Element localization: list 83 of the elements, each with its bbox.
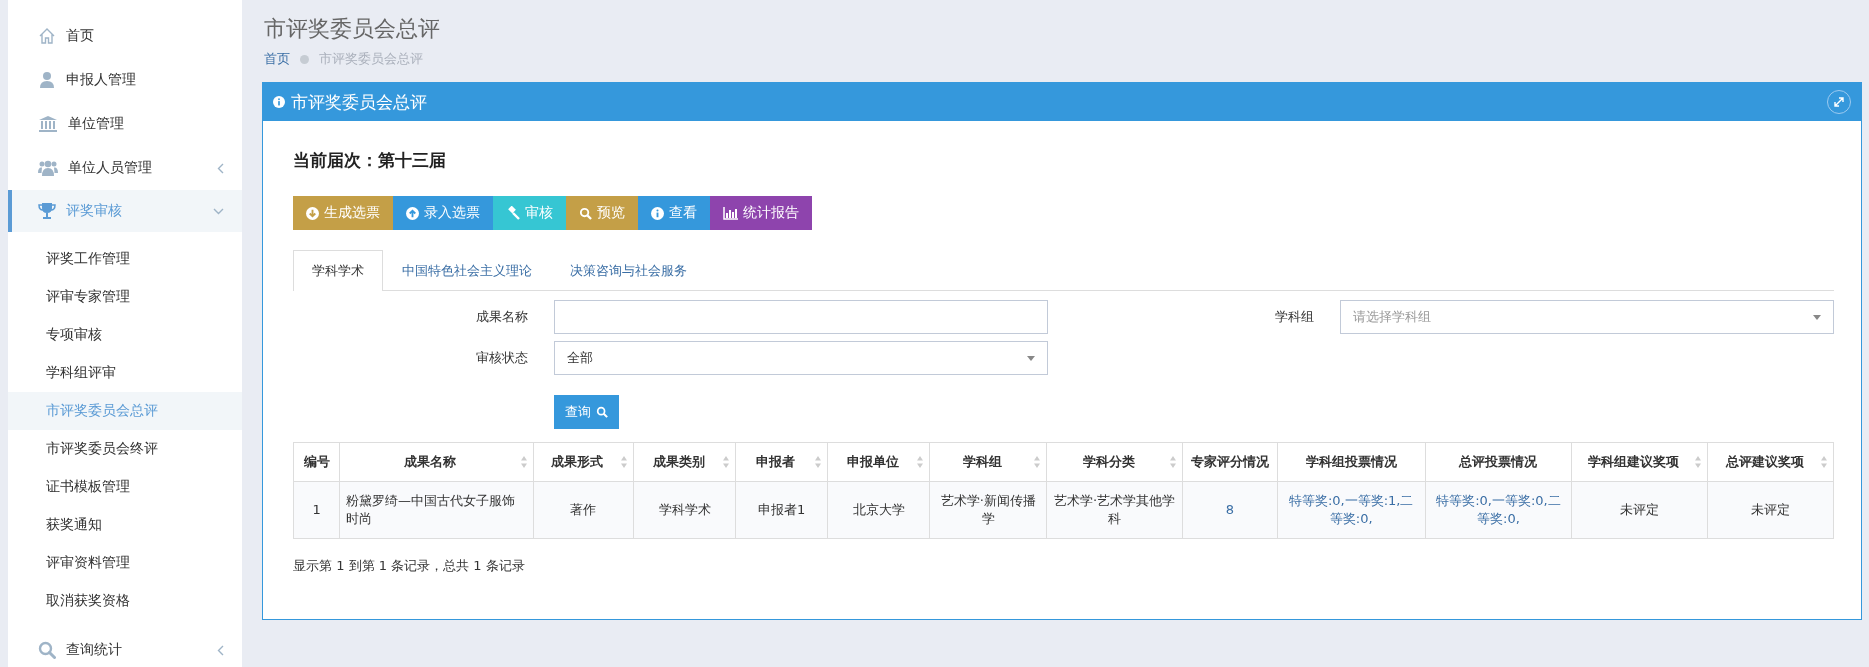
tab[interactable]: 决策咨询与社会服务 xyxy=(551,250,706,290)
sidebar-subitem[interactable]: 学科组评审 xyxy=(8,354,242,392)
bar-chart-icon xyxy=(723,206,738,220)
table-link[interactable]: 8 xyxy=(1182,481,1278,539)
table-cell: 申报者1 xyxy=(735,481,828,539)
upload-icon xyxy=(406,206,419,220)
search-icon xyxy=(38,641,56,659)
select-field[interactable]: 全部 xyxy=(554,341,1048,375)
sort-icon[interactable] xyxy=(1820,455,1828,469)
table-cell: 学科学术 xyxy=(633,481,736,539)
table-link[interactable]: 特等奖:0,一等奖:1,二等奖:0, xyxy=(1277,481,1425,539)
table-cell: 著作 xyxy=(533,481,634,539)
sort-icon[interactable] xyxy=(1033,455,1042,469)
bank-icon xyxy=(38,115,58,133)
sidebar-subitem[interactable]: 取消获奖资格 xyxy=(8,582,242,620)
trophy-icon xyxy=(38,202,56,220)
info-icon xyxy=(651,206,664,220)
column-header[interactable]: 成果形式 xyxy=(533,442,634,482)
table-cell: 未评定 xyxy=(1708,481,1834,539)
search-icon xyxy=(579,206,592,220)
expand-icon xyxy=(1833,96,1845,108)
column-header[interactable]: 成果名称 xyxy=(339,442,534,482)
table-cell: 粉黛罗绮—中国古代女子服饰时尚 xyxy=(339,481,534,539)
page-title: 市评奖委员会总评 xyxy=(264,15,441,43)
panel-title: 市评奖委员会总评 xyxy=(291,90,428,114)
column-header[interactable]: 申报者 xyxy=(735,442,828,482)
breadcrumb-separator xyxy=(300,54,309,64)
info-icon xyxy=(273,96,285,108)
sidebar-item[interactable]: 查询统计 xyxy=(8,628,242,667)
sidebar-subitem[interactable]: 获奖通知 xyxy=(8,506,242,544)
sidebar-item[interactable]: 单位人员管理 xyxy=(8,146,242,190)
input-field[interactable] xyxy=(554,300,1048,334)
sidebar-subitem[interactable]: 评奖工作管理 xyxy=(8,240,242,278)
column-header[interactable]: 总评建议奖项 xyxy=(1708,442,1834,482)
home-icon xyxy=(38,27,56,45)
table-cell: 北京大学 xyxy=(827,481,930,539)
sort-icon[interactable] xyxy=(1168,455,1177,469)
breadcrumb-item: 市评奖委员会总评 xyxy=(319,50,423,68)
user-icon xyxy=(38,71,56,89)
pagination-info: 显示第 1 到第 1 条记录，总共 1 条记录 xyxy=(293,557,526,575)
column-header: 总评投票情况 xyxy=(1425,442,1572,482)
download-icon xyxy=(306,206,319,220)
sidebar-item[interactable]: 申报人管理 xyxy=(8,58,242,102)
sidebar-subitem[interactable]: 市评奖委员会终评 xyxy=(8,430,242,468)
column-header[interactable]: 学科组 xyxy=(929,442,1047,482)
search-icon xyxy=(596,406,608,418)
chevron-left-icon xyxy=(217,644,224,656)
table-link[interactable]: 特等奖:0,一等奖:0,二等奖:0, xyxy=(1425,481,1572,539)
action-button[interactable]: 统计报告 xyxy=(710,196,812,230)
column-header[interactable]: 申报单位 xyxy=(827,442,930,482)
table-cell: 1 xyxy=(293,481,340,539)
column-header: 学科组投票情况 xyxy=(1277,442,1425,482)
sidebar-item[interactable]: 首页 xyxy=(8,14,242,58)
sort-icon[interactable] xyxy=(519,455,528,469)
session-label: 当前届次：第十三届 xyxy=(293,149,447,172)
users-icon xyxy=(38,159,58,177)
table-cell: 艺术学·新闻传播学 xyxy=(929,481,1047,539)
sidebar-subitem[interactable]: 专项审核 xyxy=(8,316,242,354)
chevron-left-icon xyxy=(217,162,224,174)
sidebar-subitem[interactable]: 证书模板管理 xyxy=(8,468,242,506)
chevron-down-icon xyxy=(213,207,224,215)
breadcrumb-item[interactable]: 首页 xyxy=(264,50,290,68)
sidebar-subitem[interactable]: 评审专家管理 xyxy=(8,278,242,316)
sort-icon[interactable] xyxy=(722,455,731,469)
column-header: 编号 xyxy=(293,442,340,482)
tab[interactable]: 学科学术 xyxy=(293,250,383,291)
column-header[interactable]: 学科组建议奖项 xyxy=(1571,442,1708,482)
sidebar-item[interactable]: 单位管理 xyxy=(8,102,242,146)
table-cell: 未评定 xyxy=(1571,481,1708,539)
field-label: 审核状态 xyxy=(475,349,529,367)
gavel-icon xyxy=(506,206,520,220)
field-label: 学科组 xyxy=(1274,308,1315,326)
field-label: 成果名称 xyxy=(475,308,529,326)
sort-icon[interactable] xyxy=(916,455,925,469)
column-header[interactable]: 学科分类 xyxy=(1046,442,1183,482)
column-header: 专家评分情况 xyxy=(1182,442,1278,482)
sort-icon[interactable] xyxy=(1694,455,1703,469)
column-header[interactable]: 成果类别 xyxy=(633,442,736,482)
sidebar-subitem[interactable]: 评审资料管理 xyxy=(8,544,242,582)
sort-icon[interactable] xyxy=(620,455,629,469)
sort-icon[interactable] xyxy=(814,455,823,469)
tab[interactable]: 中国特色社会主义理论 xyxy=(383,250,551,290)
table-cell: 艺术学·艺术学其他学科 xyxy=(1046,481,1183,539)
